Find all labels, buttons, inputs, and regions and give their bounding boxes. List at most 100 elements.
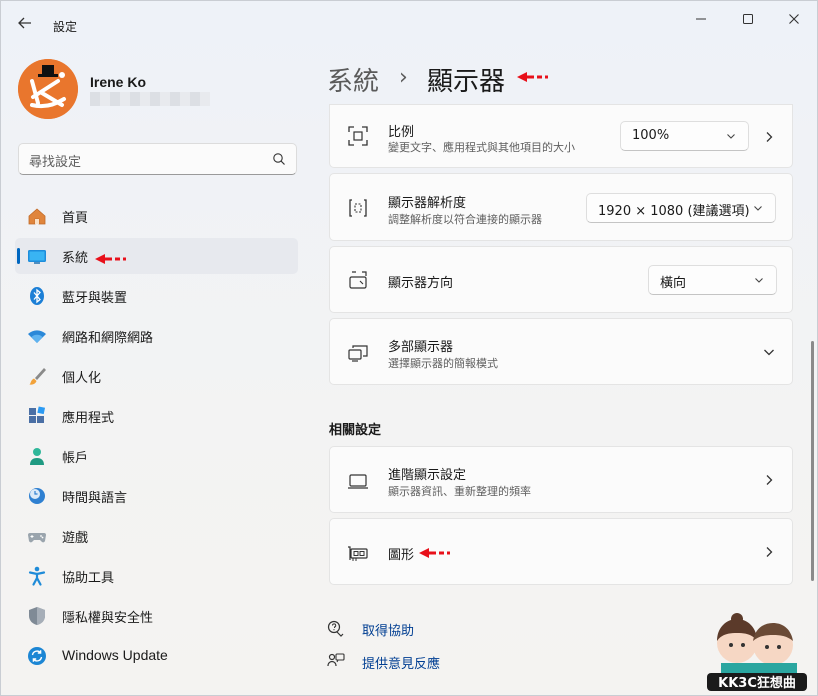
advanced-display-title: 進階顯示設定 xyxy=(388,468,467,483)
resolution-icon xyxy=(349,199,367,217)
wifi-icon xyxy=(28,330,46,343)
search-input[interactable]: 尋找設定 xyxy=(18,143,297,175)
user-name: Irene Ko xyxy=(90,74,147,90)
multiple-displays-icon xyxy=(348,345,368,362)
minimize-button[interactable] xyxy=(681,7,721,31)
sidebar-item-accessibility[interactable]: 協助工具 xyxy=(15,558,298,594)
scale-icon xyxy=(348,126,368,146)
sidebar-item-label: 時間與語言 xyxy=(62,491,128,506)
maximize-icon xyxy=(743,14,753,24)
page-title: 顯示器 xyxy=(427,67,506,97)
resolution-dropdown[interactable]: 1920 × 1080 (建議選項) xyxy=(586,193,776,223)
graphics-setting[interactable]: 圖形 xyxy=(329,518,793,585)
sidebar-item-label: 個人化 xyxy=(62,371,102,386)
sidebar-item-accounts[interactable]: 帳戶 xyxy=(15,438,298,474)
graphics-card-icon xyxy=(348,546,368,561)
graphics-title: 圖形 xyxy=(388,548,415,563)
resolution-setting: 顯示器解析度 調整解析度以符合連接的顯示器 1920 × 1080 (建議選項) xyxy=(329,173,793,241)
brush-icon xyxy=(29,368,46,385)
multiple-displays-setting[interactable]: 多部顯示器 選擇顯示器的簡報模式 xyxy=(329,318,793,385)
resolution-desc: 調整解析度以符合連接的顯示器 xyxy=(388,213,542,226)
scale-setting[interactable]: 比例 變更文字、應用程式與其他項目的大小 100% xyxy=(329,104,793,168)
chevron-right-icon xyxy=(766,547,773,557)
laptop-icon xyxy=(348,474,368,489)
user-email-redacted xyxy=(90,92,210,106)
sidebar-item-apps[interactable]: 應用程式 xyxy=(15,398,298,434)
scale-value: 100% xyxy=(632,128,670,143)
orientation-title: 顯示器方向 xyxy=(388,276,454,291)
sidebar-item-label: 應用程式 xyxy=(62,411,115,426)
apps-icon xyxy=(29,406,46,423)
resolution-title: 顯示器解析度 xyxy=(388,196,467,211)
sidebar-item-gaming[interactable]: 遊戲 xyxy=(15,518,298,554)
sidebar-item-personalization[interactable]: 個人化 xyxy=(15,358,298,394)
active-indicator xyxy=(17,248,20,264)
app-title: 設定 xyxy=(53,20,78,34)
sidebar-item-privacy[interactable]: 隱私權與安全性 xyxy=(15,598,298,634)
gamepad-icon xyxy=(28,533,46,543)
back-button[interactable] xyxy=(17,15,37,35)
feedback-icon xyxy=(327,653,345,667)
related-settings-heading: 相關設定 xyxy=(329,423,382,438)
breadcrumb-parent[interactable]: 系統 xyxy=(327,61,379,98)
annotation-arrow-icon xyxy=(419,548,450,558)
orientation-setting: 顯示器方向 橫向 xyxy=(329,246,793,313)
chevron-right-icon xyxy=(766,475,773,485)
multiple-displays-title: 多部顯示器 xyxy=(388,340,454,355)
breadcrumb-separator: › xyxy=(399,65,408,90)
shield-icon xyxy=(29,607,45,625)
sidebar-item-label: 隱私權與安全性 xyxy=(62,611,154,626)
sidebar-item-network[interactable]: 網路和網際網路 xyxy=(15,318,298,354)
search-icon xyxy=(273,153,285,165)
avatar[interactable] xyxy=(18,59,78,119)
get-help-link[interactable]: 取得協助 xyxy=(327,618,447,640)
clock-globe-icon xyxy=(29,488,45,504)
orientation-value: 橫向 xyxy=(660,276,687,291)
get-help-label: 取得協助 xyxy=(362,624,415,639)
scale-dropdown[interactable]: 100% xyxy=(620,121,749,151)
scale-title: 比例 xyxy=(388,125,415,140)
scrollbar[interactable] xyxy=(811,341,814,581)
give-feedback-link[interactable]: 提供意見反應 xyxy=(327,651,467,673)
sidebar-item-label: Windows Update xyxy=(62,647,168,663)
give-feedback-label: 提供意見反應 xyxy=(362,657,441,672)
sidebar-item-label: 藍牙與裝置 xyxy=(62,291,128,306)
orientation-dropdown[interactable]: 橫向 xyxy=(648,265,777,295)
account-icon xyxy=(30,448,44,465)
help-icon xyxy=(327,620,344,637)
back-arrow-icon xyxy=(18,17,31,29)
annotation-arrow-icon xyxy=(95,254,126,264)
watermark-text: KK3C狂想曲 xyxy=(718,675,796,691)
advanced-display-desc: 顯示器資訊、重新整理的頻率 xyxy=(388,485,531,498)
sidebar-item-windows-update[interactable]: Windows Update xyxy=(15,638,298,674)
avatar-logo-icon xyxy=(18,59,78,119)
annotation-arrow-icon xyxy=(517,72,548,82)
minimize-icon xyxy=(696,18,706,20)
close-button[interactable] xyxy=(774,7,814,31)
sidebar-item-label: 遊戲 xyxy=(62,531,89,546)
bluetooth-icon xyxy=(30,287,44,305)
sidebar-item-label: 首頁 xyxy=(62,211,89,226)
update-icon xyxy=(28,647,46,665)
chevron-right-icon[interactable] xyxy=(764,131,774,143)
sidebar-item-bluetooth[interactable]: 藍牙與裝置 xyxy=(15,278,298,314)
chevron-down-icon[interactable] xyxy=(763,347,775,357)
sidebar-item-system[interactable]: 系統 xyxy=(15,238,298,274)
title-bar: 設定 xyxy=(1,1,817,51)
multiple-displays-desc: 選擇顯示器的簡報模式 xyxy=(388,357,498,370)
chevron-down-icon xyxy=(754,206,762,211)
chevron-down-icon xyxy=(727,134,735,139)
orientation-icon xyxy=(349,271,367,289)
system-icon xyxy=(28,250,46,264)
sidebar-item-home[interactable]: 首頁 xyxy=(15,198,298,234)
home-icon xyxy=(28,208,46,225)
search-placeholder: 尋找設定 xyxy=(29,155,82,170)
accessibility-icon xyxy=(28,566,46,586)
watermark-logo: KK3C狂想曲 xyxy=(707,613,807,691)
chevron-down-icon xyxy=(755,278,763,283)
sidebar-item-time-language[interactable]: 時間與語言 xyxy=(15,478,298,514)
sidebar-item-label: 帳戶 xyxy=(62,451,89,466)
close-icon xyxy=(789,14,799,24)
advanced-display-setting[interactable]: 進階顯示設定 顯示器資訊、重新整理的頻率 xyxy=(329,446,793,513)
maximize-button[interactable] xyxy=(728,7,768,31)
